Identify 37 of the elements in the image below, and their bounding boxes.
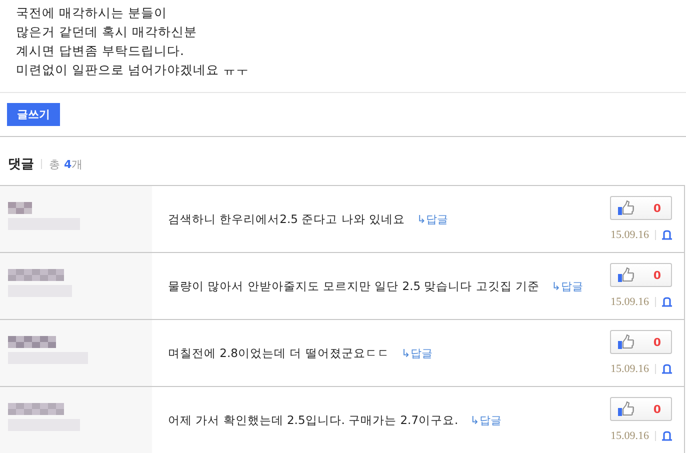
comment-text: 며칠전에 2.8이었는데 더 떨어졌군요ㄷㄷ: [168, 346, 390, 360]
reply-link[interactable]: ↳답글: [401, 346, 432, 360]
post-text-line: 많은거 같던데 혹시 매각하신분: [16, 23, 198, 41]
comment-text: 어제 가서 확인했는데 2.5입니다. 구매가는 2.7이구요.: [168, 412, 458, 428]
like-count: 0: [653, 268, 661, 282]
post-text-line: 계시면 답변좀 부탁드립니다.: [16, 42, 185, 60]
total-label: 총: [49, 156, 60, 172]
thumbs-up-icon: [617, 200, 635, 216]
reply-link[interactable]: ↳답글: [470, 412, 502, 428]
reply-link[interactable]: ↳답글: [552, 278, 583, 294]
like-button[interactable]: 0: [610, 330, 672, 354]
write-button[interactable]: 글쓰기: [7, 103, 60, 126]
like-count: 0: [653, 402, 661, 416]
like-button[interactable]: 0: [610, 397, 672, 421]
reply-link[interactable]: ↳답글: [416, 212, 448, 226]
comment-date: 15.09.16: [610, 363, 649, 375]
comment-count: 4: [64, 158, 72, 170]
like-button[interactable]: 0: [610, 263, 672, 287]
comment-text: 물량이 많아서 안받아줄지도 모르지만 일단 2.5 맞습니다 고깃집 기준: [168, 278, 540, 294]
comment-text: 검색하니 한우리에서2.5 준다고 나와 있네요: [168, 212, 405, 226]
like-button[interactable]: 0: [610, 196, 672, 220]
like-count: 0: [653, 336, 661, 348]
thumbs-up-icon: [617, 401, 635, 417]
bell-icon[interactable]: [662, 230, 672, 240]
count-unit: 개: [72, 156, 83, 172]
comment-date: 15.09.16: [610, 229, 649, 241]
comments-heading: 댓글: [8, 156, 34, 173]
thumbs-up-icon: [617, 267, 635, 283]
comment-date: 15.09.16: [610, 430, 649, 442]
like-count: 0: [653, 202, 661, 214]
post-text-line: 미련없이 일판으로 넘어가야겠네요 ㅠㅜ: [16, 61, 250, 79]
bell-icon[interactable]: [662, 431, 672, 441]
bell-icon[interactable]: [662, 297, 672, 307]
thumbs-up-icon: [617, 334, 635, 350]
bell-icon[interactable]: [662, 364, 672, 374]
post-text-line: 국전에 매각하시는 분들이: [16, 4, 168, 22]
comment-date: 15.09.16: [610, 296, 649, 308]
